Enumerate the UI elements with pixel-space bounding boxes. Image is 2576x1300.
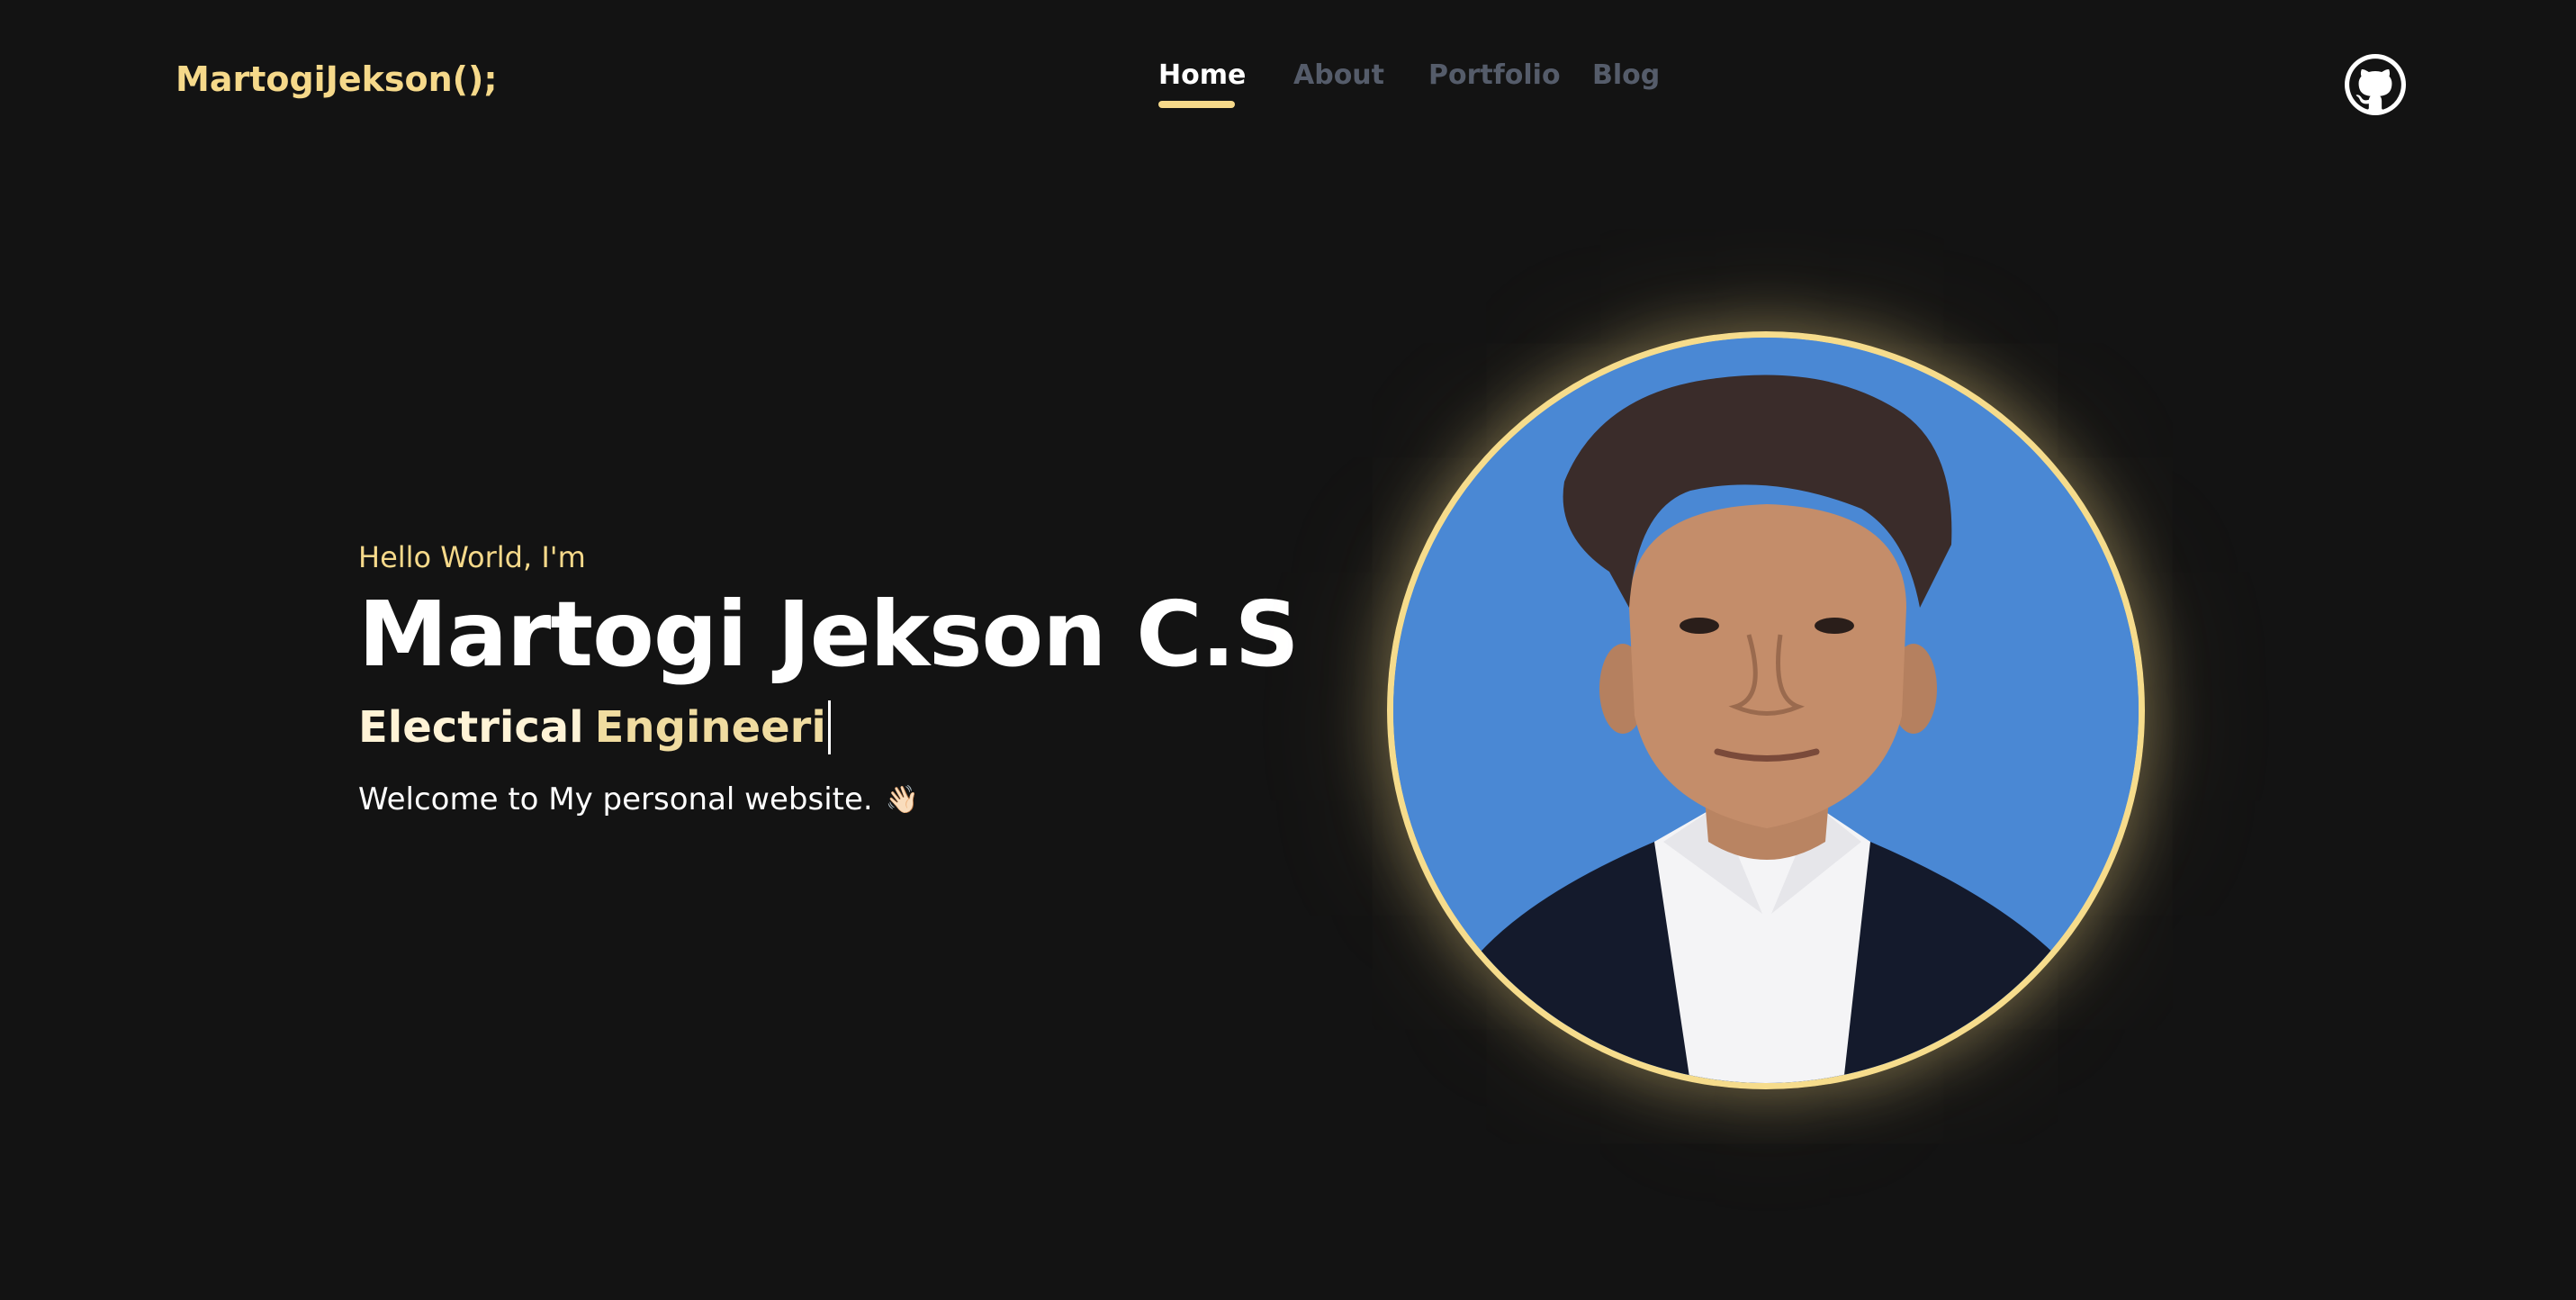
hero-name: Martogi Jekson C.S xyxy=(358,582,1300,687)
page: MartogiJekson(); Home About Portfolio Bl… xyxy=(0,0,2576,1300)
profile-photo-illustration xyxy=(1393,338,2139,1083)
hero-text: Hello World, I'm Martogi Jekson C.S Elec… xyxy=(358,540,1300,817)
github-icon-svg xyxy=(2345,54,2406,115)
hero-greeting: Hello World, I'm xyxy=(358,540,586,574)
nav-blog[interactable]: Blog xyxy=(1592,59,1660,91)
wave-icon: 👋🏻 xyxy=(885,783,920,816)
nav-portfolio[interactable]: Portfolio xyxy=(1428,59,1561,91)
hero-welcome: Welcome to My personal website. 👋🏻 xyxy=(358,781,1299,817)
nav-home[interactable]: Home xyxy=(1158,59,1247,108)
nav-about[interactable]: About xyxy=(1293,59,1384,91)
typing-cursor xyxy=(827,700,831,754)
hero-role: Electrical Engineeri xyxy=(358,700,1299,754)
github-icon[interactable] xyxy=(2345,54,2406,115)
nav-home-label: Home xyxy=(1158,59,1247,91)
site-logo[interactable]: MartogiJekson(); xyxy=(176,59,498,99)
hero-role-part2: Engineeri xyxy=(594,702,826,753)
nav-active-indicator xyxy=(1158,101,1235,108)
profile-photo xyxy=(1387,331,2145,1089)
hero-role-part1: Electrical xyxy=(358,702,584,753)
hero-welcome-text: Welcome to My personal website. xyxy=(358,781,873,817)
